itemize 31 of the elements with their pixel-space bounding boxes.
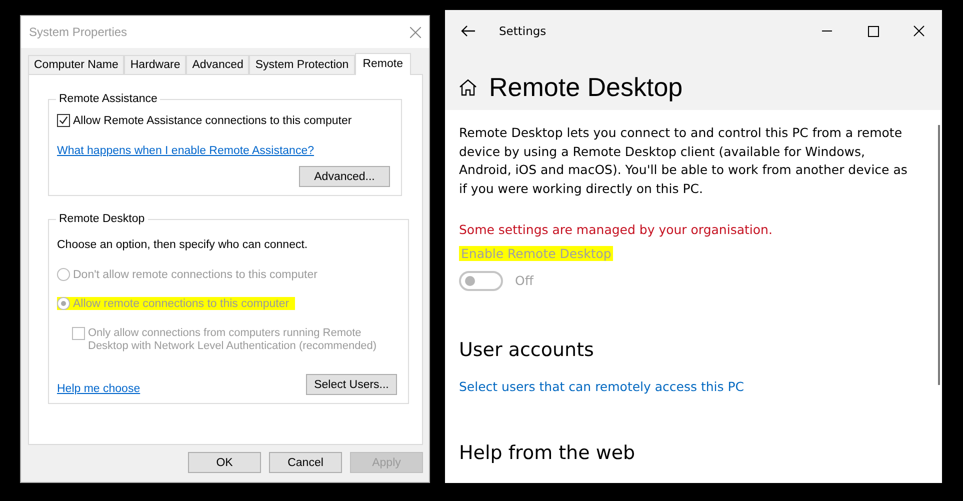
- tab[interactable]: Computer Name: [28, 55, 124, 74]
- toggle-state: Off: [515, 273, 534, 288]
- dialog-button[interactable]: OK: [188, 452, 261, 473]
- group-title: Remote Desktop: [58, 213, 146, 225]
- warning-text: Some settings are managed by your organisation.: [459, 221, 774, 239]
- home-icon[interactable]: [459, 79, 477, 96]
- checkbox-label: Allow Remote Assistance connections to this computer: [73, 114, 352, 126]
- back-icon[interactable]: [461, 25, 475, 37]
- tab[interactable]: Remote: [354, 53, 411, 75]
- tab[interactable]: Hardware: [124, 55, 186, 74]
- help-link[interactable]: What happens when I enable Remote Assistance?: [57, 145, 314, 157]
- instruction-text: Choose an option, then specify who can connect.: [57, 239, 309, 251]
- close-icon[interactable]: [410, 26, 421, 38]
- group-title: Remote Assistance: [58, 93, 158, 105]
- window-title: Settings: [499, 24, 546, 38]
- dialog-button[interactable]: Cancel: [269, 452, 342, 473]
- page-heading: Remote Desktop: [489, 72, 683, 103]
- checkbox-label: Only allow connections from computers running Remote Desktop with Network Level Authentication (recommended): [88, 327, 378, 353]
- scrollbar[interactable]: [938, 125, 940, 385]
- select-users-button[interactable]: Select Users...: [306, 374, 397, 395]
- tab[interactable]: Advanced: [186, 55, 250, 74]
- section-heading: Help from the web: [459, 442, 636, 464]
- settings-link[interactable]: Select users that can remotely access this PC: [459, 378, 744, 394]
- window-title: System Properties: [29, 25, 128, 39]
- section-heading: User accounts: [459, 338, 595, 360]
- tab[interactable]: System Protection: [249, 55, 355, 74]
- description-text: Remote Desktop lets you connect to and control this PC from a remote device by using a Remote Desktop client (available for Windows, Android, iOS and macOS). You'll be able to work from another device as if you were working directly on this PC.: [459, 124, 908, 198]
- advanced-button[interactable]: Advanced...: [299, 166, 390, 187]
- checkbox[interactable]: [57, 114, 70, 127]
- toggle-label: Enable Remote Desktop: [459, 246, 614, 260]
- help-link[interactable]: Help me choose: [57, 383, 140, 395]
